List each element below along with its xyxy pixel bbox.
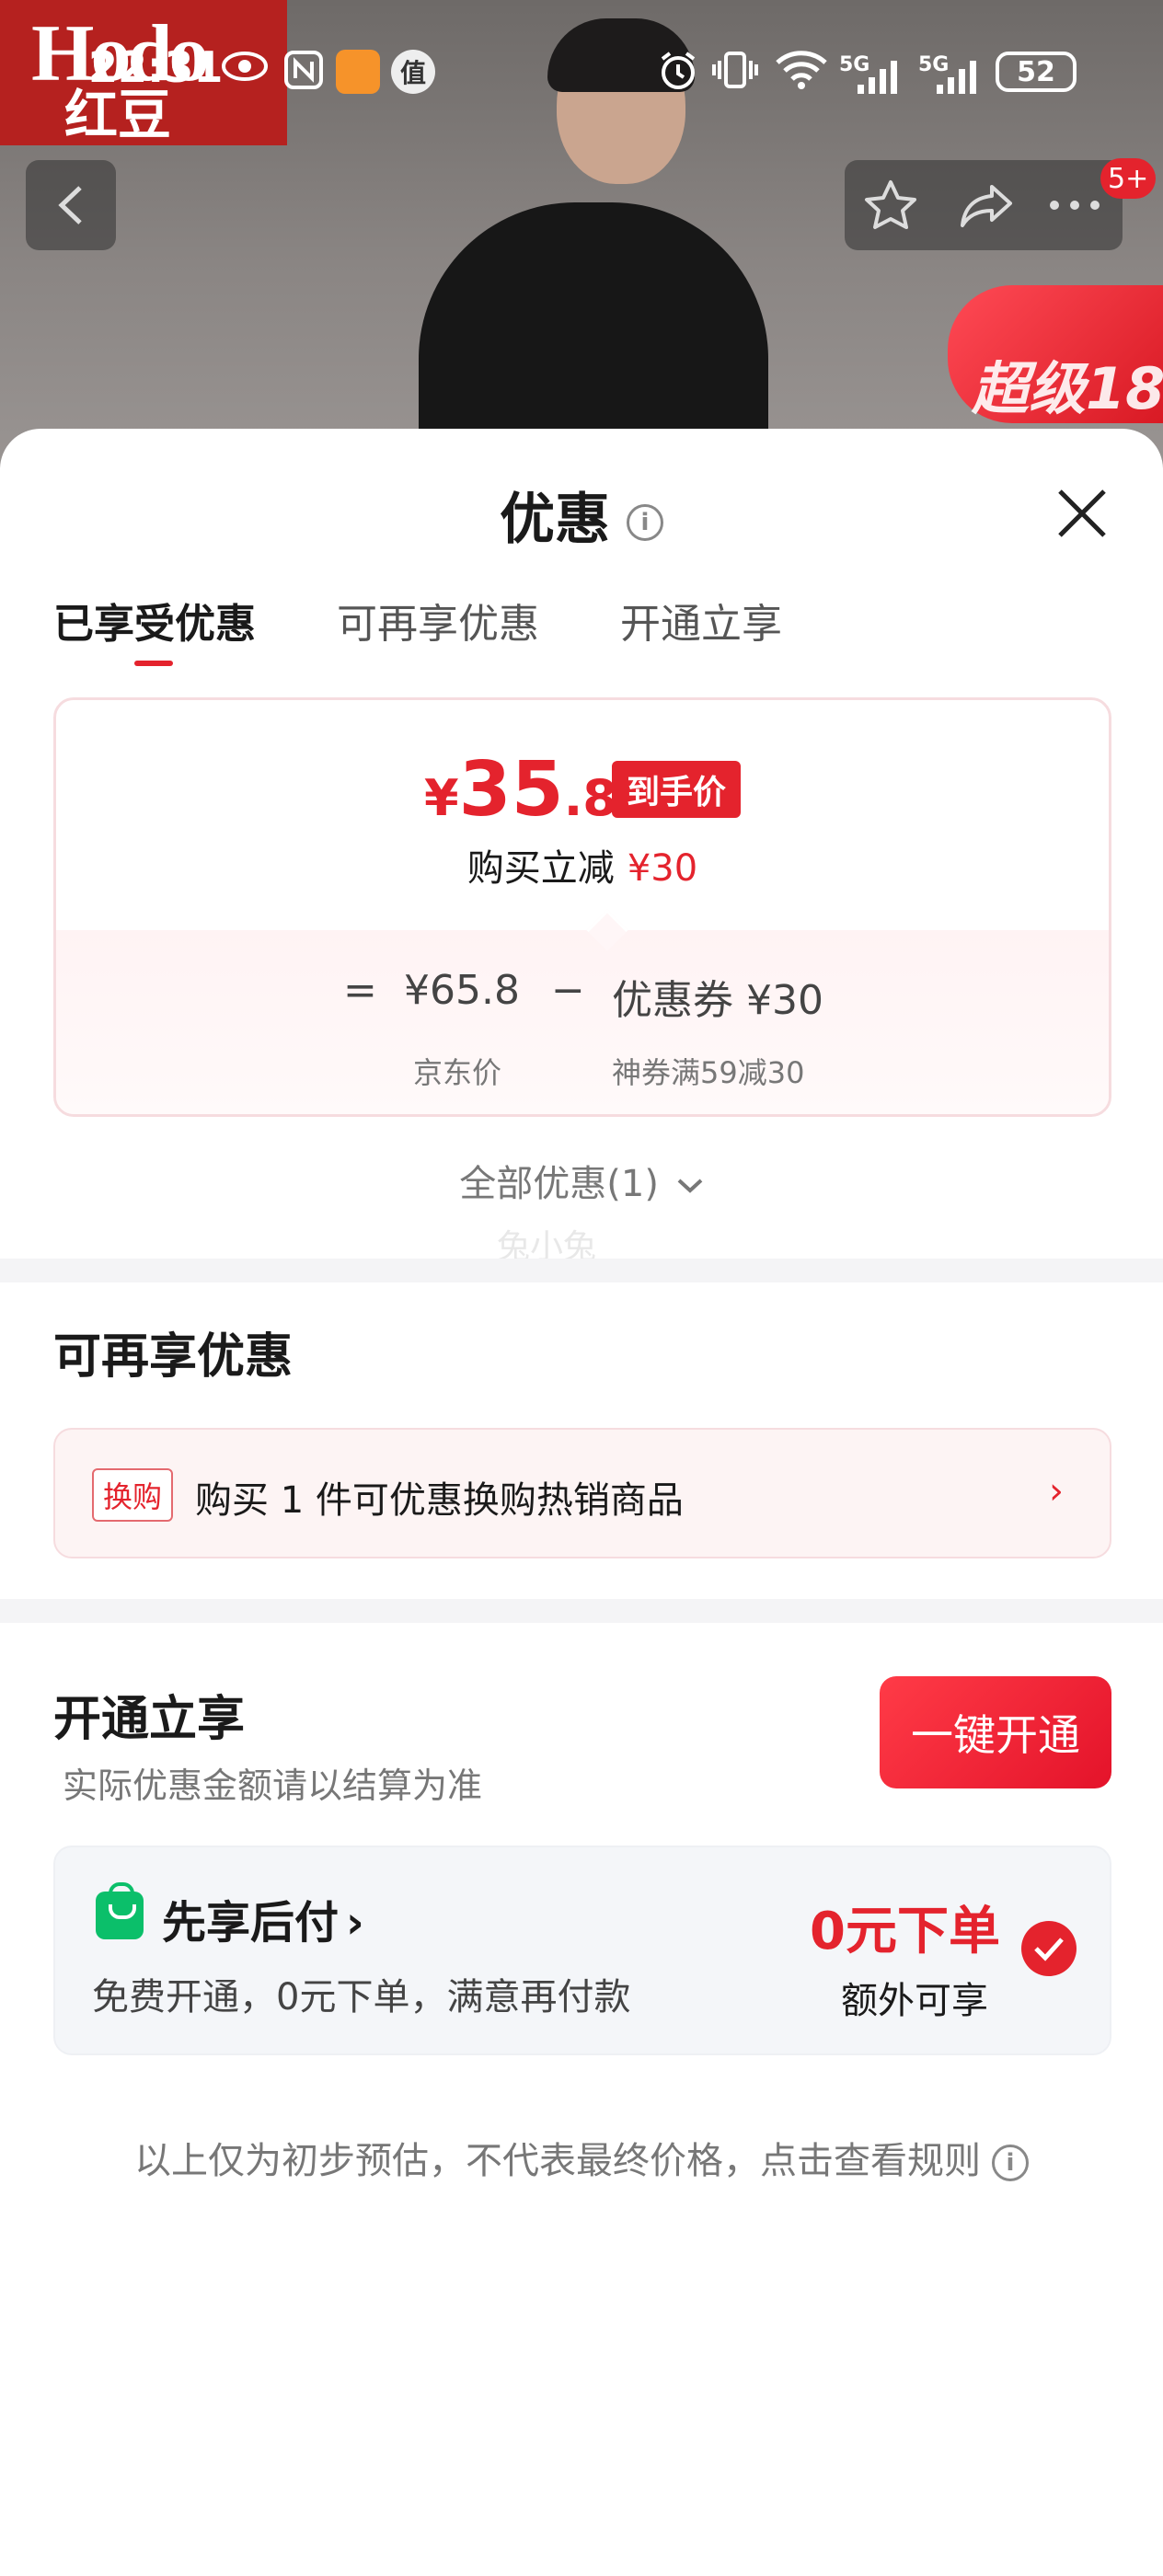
back-button[interactable]	[26, 160, 116, 250]
chevron-down-icon	[677, 1179, 703, 1193]
worth-buying-icon: 值	[391, 50, 435, 94]
activate-note: 实际优惠金额请以结算为准	[63, 1765, 483, 1806]
exchange-text: 购买 1 件可优惠换购热销商品	[195, 1479, 684, 1522]
all-discounts-toggle[interactable]: 全部优惠(1)	[0, 1154, 1163, 1207]
formula-equals: =	[343, 967, 377, 1014]
rules-note[interactable]: 以上仅为初步预估，不代表最终价格，点击查看规则 i	[0, 2131, 1163, 2184]
wifi-icon	[775, 50, 828, 90]
tab-indicator	[134, 661, 173, 666]
signal-icon	[935, 59, 981, 96]
share-button[interactable]	[940, 160, 1032, 250]
share-icon	[961, 185, 1012, 227]
sheet-title-text: 优惠	[500, 488, 610, 552]
jd-price: ¥65.8	[404, 967, 520, 1014]
eye-icon	[221, 50, 269, 83]
one-click-activate-button[interactable]: 一键开通	[880, 1676, 1111, 1788]
activate-section-title: 开通立享	[53, 1692, 246, 1747]
app-notification-icon	[336, 50, 380, 94]
coupon-value: 优惠券 ¥30	[612, 977, 823, 1024]
more-icon	[1050, 201, 1100, 210]
chevron-right-icon: ›	[1049, 1470, 1064, 1512]
favorite-button[interactable]	[845, 160, 937, 250]
pay-later-value: 0元下单	[810, 1902, 1000, 1961]
status-bar: 22:31 值 5G 5G 52	[0, 37, 1163, 110]
sheet-title: 优惠 i	[0, 475, 1163, 555]
check-icon	[1034, 1938, 1064, 1961]
reduction-amount: ¥30	[627, 847, 698, 890]
instant-reduction: 购买立减 ¥30	[466, 847, 698, 890]
close-button[interactable]	[1049, 480, 1115, 546]
more-discounts-title: 可再享优惠	[53, 1329, 294, 1385]
section-divider	[0, 1259, 1163, 1282]
alarm-icon	[657, 50, 699, 92]
battery-indicator: 52	[996, 52, 1077, 92]
tab-more-available[interactable]: 可再享优惠	[337, 591, 539, 650]
tab-activate[interactable]: 开通立享	[620, 591, 782, 650]
discount-sheet: 优惠 i 已享受优惠 可再享优惠 开通立享 ¥35.8 到手价 购买立减 ¥30 =…	[0, 429, 1163, 2576]
info-icon[interactable]: i	[992, 2145, 1029, 2181]
star-icon	[865, 180, 916, 229]
selected-checkbox[interactable]	[1021, 1921, 1077, 1976]
final-price-card: ¥35.8 到手价 购买立减 ¥30 = ¥65.8 − 优惠券 ¥30 京东价 …	[53, 697, 1111, 1117]
info-icon[interactable]: i	[627, 504, 663, 542]
nfc-icon	[283, 50, 324, 90]
chevron-right-icon: ›	[346, 1897, 364, 1949]
chevron-left-icon	[58, 186, 82, 224]
exchange-tag: 换购	[92, 1468, 174, 1522]
pay-later-extra: 额外可享	[841, 1980, 988, 2022]
price-badge: 到手价	[612, 761, 742, 818]
exchange-offer-row[interactable]: 换购 购买 1 件可优惠换购热销商品 ›	[53, 1428, 1111, 1558]
pay-later-card[interactable]: 先享后付 › 免费开通，0元下单，满意再付款 0元下单 额外可享	[53, 1846, 1111, 2055]
promo-text: 超级18	[972, 355, 1163, 422]
formula-minus: −	[551, 967, 585, 1014]
coupon-label: 神券满59减30	[612, 1055, 805, 1090]
pay-later-description: 免费开通，0元下单，满意再付款	[92, 1976, 631, 2018]
tab-enjoyed[interactable]: 已享受优惠	[53, 591, 256, 650]
jd-price-label: 京东价	[413, 1055, 502, 1090]
section-divider	[0, 1599, 1163, 1623]
pay-later-title[interactable]: 先享后付 ›	[162, 1886, 364, 1950]
nav-actions-group	[845, 160, 1123, 250]
status-time: 22:31	[88, 42, 224, 92]
final-price: ¥35.8	[424, 746, 617, 834]
message-count-badge: 5+	[1100, 158, 1157, 199]
close-icon	[1058, 489, 1106, 537]
vibrate-icon	[712, 50, 758, 90]
signal-icon	[856, 59, 902, 96]
shopping-bag-icon	[96, 1882, 144, 1939]
promo-banner: 超级18	[948, 285, 1163, 423]
